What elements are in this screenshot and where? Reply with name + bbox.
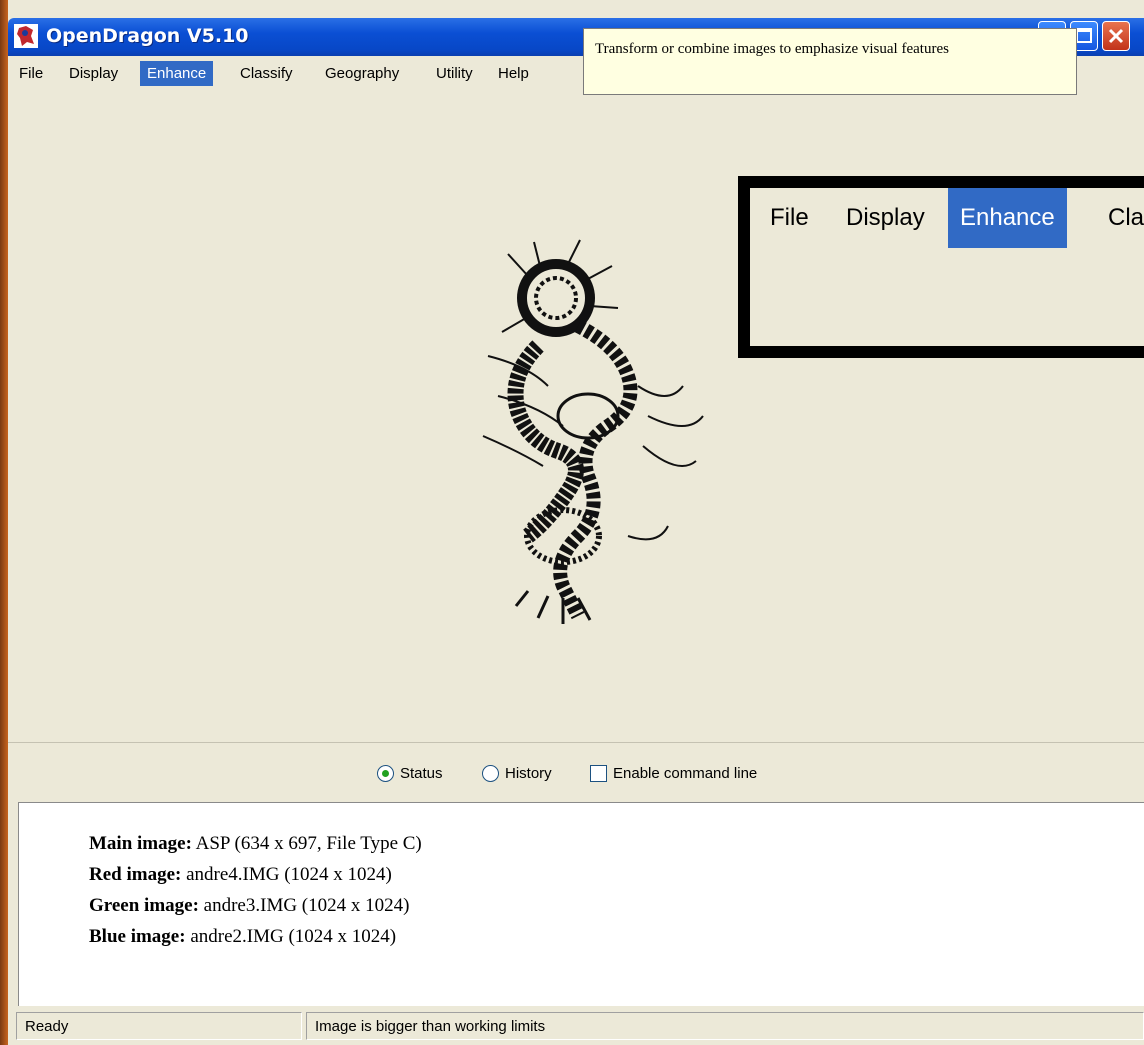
red-image-line: Red image: andre4.IMG (1024 x 1024) [89,862,392,888]
main-image-line: Main image: ASP (634 x 697, File Type C) [89,831,422,857]
radio-selected-dot [382,769,389,777]
menu-geography[interactable]: Geography [318,61,406,86]
options-bar: Status History Enable command line [8,742,1144,803]
window-left-edge [0,0,8,1045]
zoomed-menu-inset: File Display Enhance Cla [738,176,1144,358]
zoomed-menu-bar: File Display Enhance Cla [750,188,1144,248]
status-radio-label: Status [400,765,443,782]
blue-image-line: Blue image: andre2.IMG (1024 x 1024) [89,924,396,950]
status-radio[interactable]: Status [377,763,443,785]
history-radio-label: History [505,765,552,782]
menu-help[interactable]: Help [491,61,536,86]
menu-classify[interactable]: Classify [233,61,300,86]
enhance-tooltip: Transform or combine images to emphasize… [583,28,1077,95]
menu-file[interactable]: File [12,61,50,86]
red-image-value: andre4.IMG (1024 x 1024) [186,864,392,885]
history-radio-button[interactable] [482,764,499,782]
command-line-label: Enable command line [613,765,758,782]
menu-display[interactable]: Display [62,61,125,86]
red-image-label: Red image: [89,864,182,885]
command-line-checkbox[interactable]: Enable command line [590,763,757,785]
history-radio[interactable]: History [482,763,552,785]
menu-enhance[interactable]: Enhance [140,61,214,86]
status-ready: Ready [16,1012,302,1040]
zoomed-menu-display: Display [846,204,925,231]
zoomed-menu-classify-partial: Cla [1108,204,1144,231]
main-image-value: ASP (634 x 697, File Type C) [195,833,422,854]
status-info-panel: Main image: ASP (634 x 697, File Type C)… [18,802,1144,1006]
status-radio-button[interactable] [377,764,394,782]
blue-image-label: Blue image: [89,926,186,947]
blue-image-value: andre2.IMG (1024 x 1024) [190,926,397,947]
dragon-app-icon [14,24,38,48]
green-image-label: Green image: [89,895,199,916]
green-image-line: Green image: andre3.IMG (1024 x 1024) [89,893,409,919]
window-title: OpenDragon V5.10 [46,25,249,47]
main-image-label: Main image: [89,833,192,854]
close-icon [1108,28,1124,44]
close-button[interactable] [1102,21,1130,51]
menu-utility[interactable]: Utility [429,61,480,86]
status-bar: Ready Image is bigger than working limit… [8,1010,1144,1045]
dragon-image [482,239,704,624]
app-window: OpenDragon V5.10 File Display Enhance Cl… [8,0,1144,1045]
command-line-checkbox-box[interactable] [590,764,607,782]
status-message: Image is bigger than working limits [306,1012,1144,1040]
zoomed-menu-file: File [770,204,809,231]
zoomed-menu-enhance: Enhance [948,188,1067,248]
green-image-value: andre3.IMG (1024 x 1024) [203,895,410,916]
